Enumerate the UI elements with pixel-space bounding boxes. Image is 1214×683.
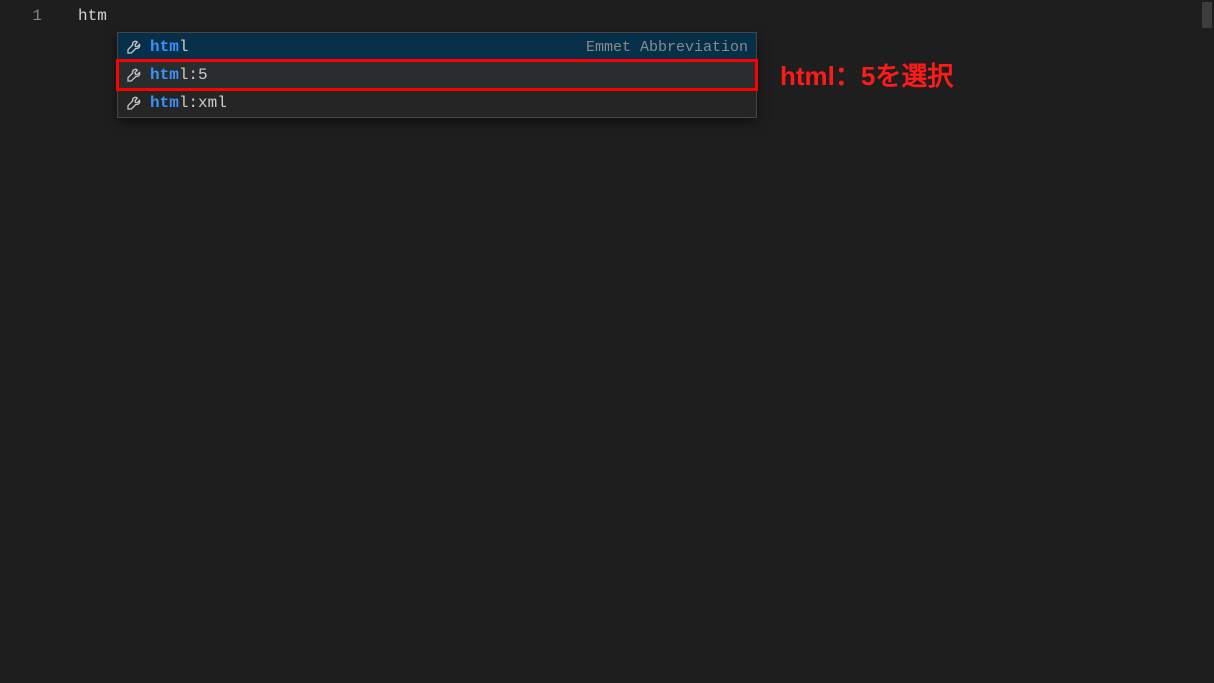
autocomplete-item-label: html:xml [150,94,227,112]
wrench-icon [124,65,144,85]
callout-annotation: html：5を選択 [780,56,953,93]
wrench-icon [124,37,144,57]
wrench-icon [124,93,144,113]
autocomplete-item-label: html:5 [150,66,208,84]
autocomplete-item[interactable]: html:xml [118,89,756,117]
code-line[interactable]: htm [60,4,1214,28]
scrollbar-thumb[interactable] [1202,2,1212,28]
autocomplete-item-label: html [150,38,188,56]
line-number: 1 [0,4,60,28]
autocomplete-item-detail: Emmet Abbreviation [586,39,748,56]
autocomplete-popup[interactable]: html Emmet Abbreviation html:5 html:xml [117,32,757,118]
line-number-gutter: 1 [0,0,60,683]
autocomplete-item[interactable]: html:5 [118,61,756,89]
vertical-scrollbar[interactable] [1200,0,1214,683]
autocomplete-item[interactable]: html Emmet Abbreviation [118,33,756,61]
